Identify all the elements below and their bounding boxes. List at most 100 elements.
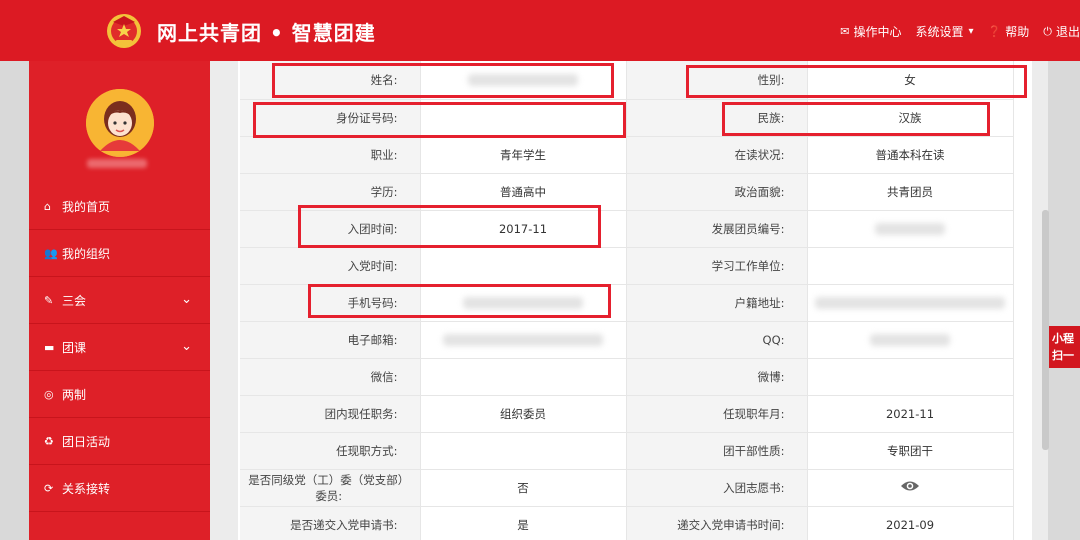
sidebar-item-label: 我的组织 <box>62 246 111 261</box>
redacted-block <box>815 297 1005 309</box>
sidebar-item-label: 我的首页 <box>62 199 111 214</box>
top-header: 网上共青团 • 智慧团建 ✉ 操作中心 系统设置 ▾ ❓ 帮助 ⏻ 退出 <box>0 0 1080 61</box>
settings-dropdown[interactable]: 系统设置 ▾ <box>916 23 974 40</box>
mail-icon: ✉ <box>840 25 850 38</box>
redacted-block <box>468 74 578 87</box>
avatar-name-redacted <box>87 159 147 168</box>
home-icon: ⌂ <box>44 199 51 213</box>
weibo-value <box>807 358 1014 396</box>
redacted-block <box>875 223 945 235</box>
sidebar: ⌂ 我的首页 👥 我的组织 ✎ 三会 ⌄ ▬ 团课 ⌄ ◎ 两制 ♻ 团日活动 … <box>29 61 210 540</box>
join-party-date-value <box>420 247 627 285</box>
circle-icon: ◎ <box>44 387 54 401</box>
current-post-value: 组织委员 <box>420 395 627 433</box>
refresh-icon: ⟳ <box>44 481 54 495</box>
application-form-label: 入团志愿书: <box>626 469 808 507</box>
name-label: 姓名: <box>240 61 421 100</box>
table-row: 职业: 青年学生 在读状况: 普通本科在读 <box>240 136 1014 174</box>
post-date-label: 任现职年月: <box>626 395 808 433</box>
study-status-label: 在读状况: <box>626 136 808 174</box>
logout-link[interactable]: ⏻ 退出 <box>1043 23 1080 40</box>
party-committee-label: 是否同级党（工）委（党支部）委员: <box>240 469 421 507</box>
ops-center-link[interactable]: ✉ 操作中心 <box>840 23 901 40</box>
phone-label: 手机号码: <box>240 284 421 322</box>
id-number-value <box>420 99 627 137</box>
table-row: 微信: 微博: <box>240 358 1014 396</box>
id-number-label: 身份证号码: <box>240 99 421 137</box>
political-status-value: 共青团员 <box>807 173 1014 211</box>
table-row: 入党时间: 学习工作单位: <box>240 247 1014 285</box>
users-icon: 👥 <box>44 246 58 260</box>
post-date-value: 2021-11 <box>807 395 1014 433</box>
table-row: 任现职方式: 团干部性质: 专职团干 <box>240 432 1014 470</box>
join-league-date-value: 2017-11 <box>420 210 627 248</box>
education-value: 普通高中 <box>420 173 627 211</box>
cadre-type-value: 专职团干 <box>807 432 1014 470</box>
logout-label: 退出 <box>1055 25 1080 39</box>
table-row: 身份证号码: 民族: 汉族 <box>240 99 1014 137</box>
sidebar-menu: ⌂ 我的首页 👥 我的组织 ✎ 三会 ⌄ ▬ 团课 ⌄ ◎ 两制 ♻ 团日活动 … <box>29 183 210 512</box>
chevron-down-icon: ⌄ <box>181 292 192 307</box>
sidebar-item-label: 团日活动 <box>62 434 111 449</box>
table-row: 电子邮箱: QQ: <box>240 321 1014 359</box>
eye-icon[interactable] <box>900 479 920 493</box>
sidebar-item-two-systems[interactable]: ◎ 两制 <box>29 371 210 418</box>
work-unit-value <box>807 247 1014 285</box>
email-value <box>420 321 627 359</box>
folder-icon: ▬ <box>44 340 55 354</box>
qq-label: QQ: <box>626 321 808 359</box>
wechat-value <box>420 358 627 396</box>
redacted-block <box>443 334 603 346</box>
recycle-icon: ♻ <box>44 434 54 448</box>
gender-label: 性别: <box>626 61 808 100</box>
current-post-label: 团内现任职务: <box>240 395 421 433</box>
brand-title: 网上共青团 • 智慧团建 <box>157 21 376 45</box>
weibo-label: 微博: <box>626 358 808 396</box>
appointment-method-value <box>420 432 627 470</box>
help-link[interactable]: ❓ 帮助 <box>988 23 1030 40</box>
scrollbar-thumb[interactable] <box>1042 210 1049 450</box>
join-party-date-label: 入党时间: <box>240 247 421 285</box>
top-actions: ✉ 操作中心 系统设置 ▾ ❓ 帮助 ⏻ 退出 <box>840 23 1080 40</box>
ops-center-label: 操作中心 <box>853 25 902 39</box>
table-row: 学历: 普通高中 政治面貌: 共青团员 <box>240 173 1014 211</box>
phone-value <box>420 284 627 322</box>
member-number-label: 发展团员编号: <box>626 210 808 248</box>
redacted-block <box>463 297 583 309</box>
party-application-value: 是 <box>420 506 627 540</box>
cadre-type-label: 团干部性质: <box>626 432 808 470</box>
ethnicity-value: 汉族 <box>807 99 1014 137</box>
question-icon: ❓ <box>987 25 1002 38</box>
table-row: 是否同级党（工）委（党支部）委员: 否 入团志愿书: <box>240 469 1014 507</box>
appointment-method-label: 任现职方式: <box>240 432 421 470</box>
sidebar-item-league-day[interactable]: ♻ 团日活动 <box>29 418 210 465</box>
education-label: 学历: <box>240 173 421 211</box>
occupation-value: 青年学生 <box>420 136 627 174</box>
household-address-label: 户籍地址: <box>626 284 808 322</box>
table-row: 入团时间: 2017-11 发展团员编号: <box>240 210 1014 248</box>
sidebar-item-league-class[interactable]: ▬ 团课 ⌄ <box>29 324 210 371</box>
work-unit-label: 学习工作单位: <box>626 247 808 285</box>
table-row: 是否递交入党申请书: 是 递交入党申请书时间: 2021-09 <box>240 506 1014 540</box>
mini-program-tab[interactable]: 小程 扫一 <box>1049 326 1080 368</box>
avatar[interactable] <box>86 89 154 157</box>
table-row: 团内现任职务: 组织委员 任现职年月: 2021-11 <box>240 395 1014 433</box>
sidebar-item-home[interactable]: ⌂ 我的首页 <box>29 183 210 230</box>
sidebar-item-label: 两制 <box>62 387 87 402</box>
sidebar-item-transfer[interactable]: ⟳ 关系接转 <box>29 465 210 512</box>
party-committee-value: 否 <box>420 469 627 507</box>
party-application-date-label: 递交入党申请书时间: <box>626 506 808 540</box>
qq-value <box>807 321 1014 359</box>
sidebar-item-three-meetings[interactable]: ✎ 三会 ⌄ <box>29 277 210 324</box>
mini-program-tab-line1: 小程 <box>1052 332 1074 345</box>
avatar-portrait-icon <box>86 89 154 157</box>
wechat-label: 微信: <box>240 358 421 396</box>
help-label: 帮助 <box>1005 25 1030 39</box>
ethnicity-label: 民族: <box>626 99 808 137</box>
sidebar-item-my-org[interactable]: 👥 我的组织 <box>29 230 210 277</box>
sidebar-item-label: 团课 <box>62 340 87 355</box>
member-number-value <box>807 210 1014 248</box>
member-info-table: 姓名: 性别: 女 身份证号码: 民族: 汉族 职业: 青年学生 在读状况: 普… <box>240 61 1014 540</box>
email-label: 电子邮箱: <box>240 321 421 359</box>
settings-label: 系统设置 <box>915 25 964 39</box>
